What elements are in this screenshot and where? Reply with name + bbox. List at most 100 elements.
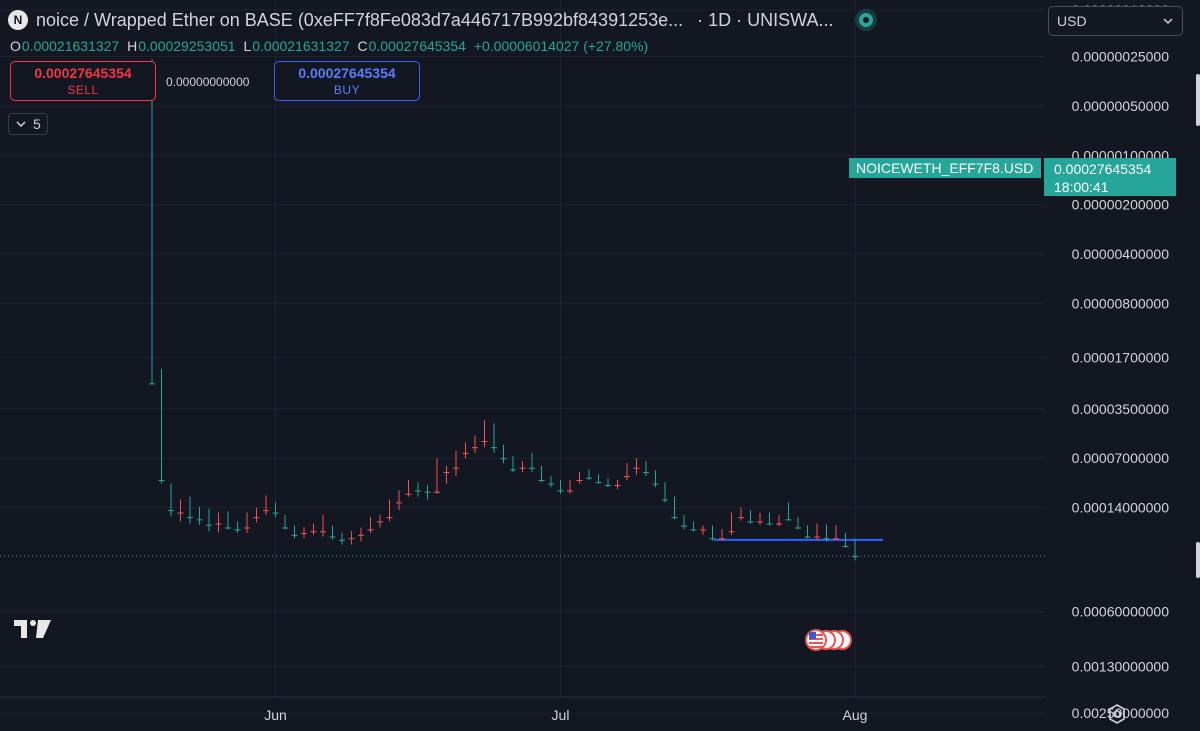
- last-price-value: 0.00027645354: [1054, 161, 1152, 177]
- candle: [586, 469, 592, 480]
- buy-button[interactable]: 0.00027645354 BUY: [274, 61, 420, 101]
- candle-body: [804, 536, 811, 538]
- collapse-indicators-button[interactable]: 5: [8, 113, 48, 135]
- economic-events[interactable]: [805, 629, 852, 651]
- candle-body: [510, 469, 516, 471]
- candle: [823, 524, 830, 542]
- candle: [728, 512, 735, 535]
- candle-body: [291, 534, 298, 536]
- candle: [453, 450, 459, 477]
- candles: [149, 59, 858, 561]
- sell-price: 0.00027645354: [34, 65, 132, 81]
- candle-body: [833, 538, 839, 540]
- price-chart[interactable]: 0.002500000000.001300000000.000600000000…: [0, 0, 1200, 731]
- candle: [576, 472, 583, 484]
- candle: [814, 523, 820, 540]
- indicator-count: 5: [33, 116, 41, 132]
- candle: [206, 508, 212, 532]
- candle-body: [149, 383, 155, 385]
- candle: [405, 479, 412, 497]
- settings-icon[interactable]: [1108, 704, 1126, 724]
- us-flag-icon: [805, 629, 852, 651]
- candle: [187, 496, 193, 524]
- candle: [472, 435, 478, 453]
- candle-body: [567, 490, 573, 492]
- candle: [757, 512, 763, 525]
- symbol-title-bar[interactable]: N noice / Wrapped Ether on BASE (0xeFF7f…: [8, 8, 874, 32]
- candle: [320, 514, 326, 537]
- candle-body: [187, 517, 193, 519]
- candle: [719, 529, 725, 541]
- candle: [519, 461, 526, 473]
- price-axis: 0.002500000000.001300000000.000600000000…: [1072, 2, 1170, 721]
- status-dot-icon[interactable]: [859, 13, 874, 27]
- candle-body: [814, 536, 820, 538]
- candle-body: [719, 538, 725, 540]
- candle: [785, 502, 792, 521]
- candle-body: [709, 538, 716, 540]
- candle: [462, 442, 469, 459]
- candle: [291, 525, 298, 539]
- currency-select[interactable]: USD: [1048, 6, 1183, 36]
- candle: [500, 444, 507, 464]
- candle-body: [253, 517, 260, 519]
- candle: [149, 59, 155, 385]
- candle: [329, 525, 336, 540]
- candle: [605, 478, 611, 488]
- candle-body: [481, 441, 488, 443]
- candle: [377, 514, 383, 528]
- candle: [310, 523, 317, 535]
- candle: [614, 479, 621, 490]
- candle-body: [234, 529, 241, 531]
- candle-body: [462, 452, 469, 454]
- candle-body: [605, 485, 611, 487]
- candle: [415, 482, 421, 497]
- candle: [282, 514, 288, 530]
- candle-body: [396, 502, 402, 504]
- time-axis: Jun Jul Aug: [264, 707, 867, 723]
- candle: [244, 512, 250, 534]
- close-value: 0.00027645354: [368, 38, 466, 54]
- y-tick-label: 0.00014000000: [1072, 500, 1170, 516]
- candle-body: [310, 531, 317, 533]
- candle: [386, 499, 393, 522]
- candle-body: [747, 521, 754, 523]
- candle: [538, 465, 545, 483]
- tradingview-logo-icon[interactable]: [14, 618, 52, 640]
- candle: [491, 423, 497, 453]
- sell-button[interactable]: 0.00027645354 SELL: [10, 61, 156, 101]
- candle: [652, 470, 659, 488]
- candle-body: [538, 479, 545, 481]
- candle-body: [681, 525, 687, 527]
- candle-body: [206, 524, 212, 526]
- candle-body: [415, 490, 421, 492]
- buy-price: 0.00027645354: [298, 65, 396, 81]
- candle-body: [263, 510, 269, 512]
- candle-body: [595, 482, 602, 484]
- candle-body: [434, 491, 440, 493]
- candle-body: [795, 527, 801, 529]
- right-edge-scroll-handle-lower[interactable]: [1196, 542, 1200, 578]
- chevron-down-icon: [1163, 18, 1173, 25]
- candle: [747, 510, 754, 524]
- price-label: NOICEWETH_EFF7F8.USD 0.00027645354 18:00…: [849, 158, 1176, 196]
- symbol-label: NOICEWETH_EFF7F8.USD: [856, 160, 1033, 176]
- right-edge-scroll-handle[interactable]: [1196, 74, 1200, 126]
- candle-body: [519, 467, 526, 469]
- candle-body: [177, 512, 184, 514]
- candle-body: [823, 538, 830, 540]
- candle: [567, 479, 573, 494]
- candle: [624, 463, 630, 480]
- candle-body: [738, 517, 744, 519]
- interval-exchange[interactable]: · 1D · UNISWA...: [697, 10, 833, 31]
- candle-body: [491, 447, 497, 449]
- candle: [424, 485, 431, 500]
- candle-body: [320, 531, 326, 533]
- candle: [595, 474, 602, 484]
- symbol-title[interactable]: noice / Wrapped Ether on BASE (0xeFF7f8F…: [36, 10, 683, 31]
- chart-grid: [0, 0, 1046, 714]
- spread-value: 0.00000000000: [166, 75, 250, 89]
- candle-body: [158, 479, 165, 481]
- candle-body: [225, 527, 231, 529]
- chevron-down-icon: [16, 121, 26, 128]
